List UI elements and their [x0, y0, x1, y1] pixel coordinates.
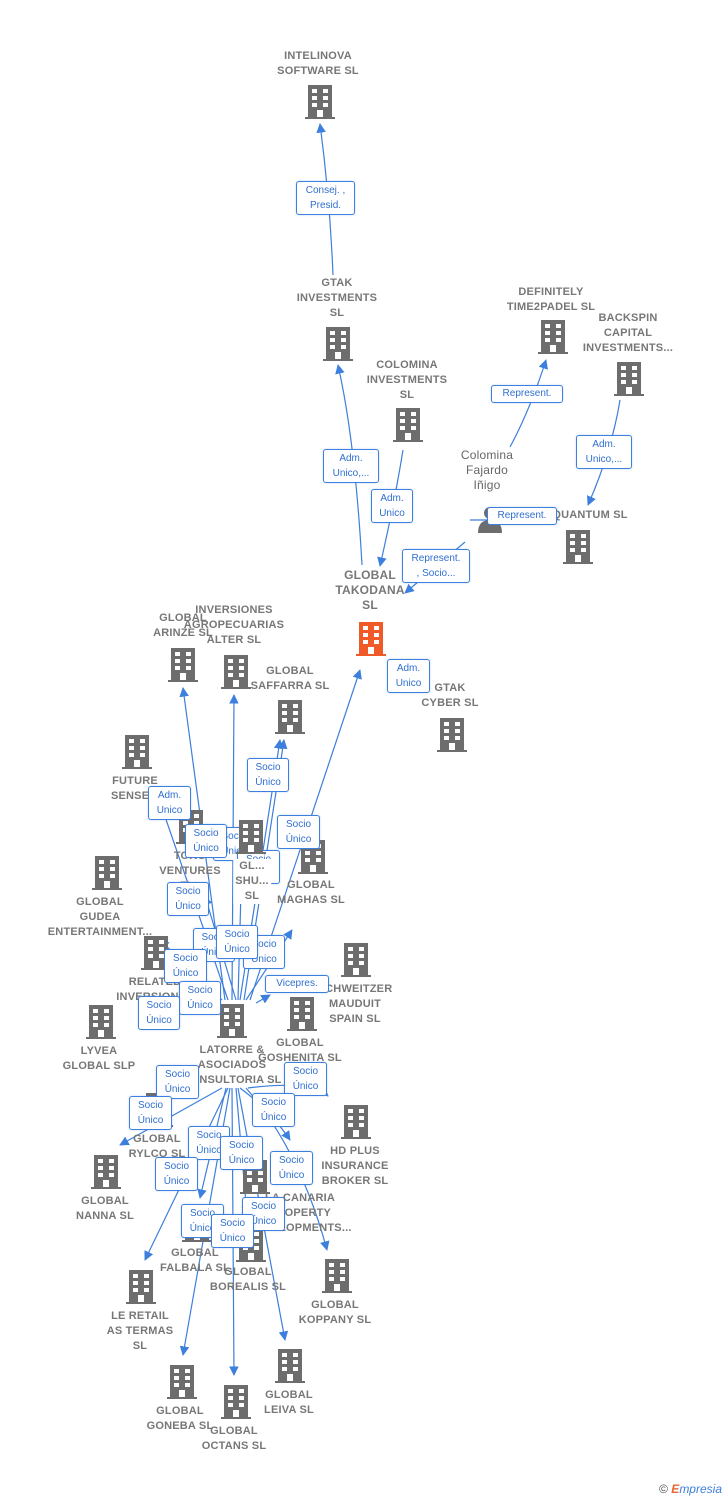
node-label: INVERSIONES AGROPECUARIAS ALTER SL	[183, 604, 285, 646]
relation-label[interactable]: Socio Único	[167, 882, 209, 916]
node-label: INTELINOVA SOFTWARE SL	[277, 50, 359, 77]
relation-label[interactable]: Socio Único	[270, 1151, 313, 1185]
edges-layer	[119, 123, 621, 1376]
relation-edge	[509, 359, 548, 448]
node-label: GLOBAL KOPPANY SL	[298, 1299, 372, 1326]
relation-label[interactable]: Socio Único	[277, 815, 320, 849]
building-icon	[305, 85, 335, 119]
building-icon	[341, 1105, 371, 1139]
empresia-logo: © Empresia	[659, 1482, 722, 1496]
relation-label[interactable]: Socio Único	[185, 824, 227, 858]
relation-label[interactable]: Socio Único	[155, 1157, 198, 1191]
network-diagram: INTELINOVA SOFTWARE SL GTAK INVESTMENTS …	[0, 0, 728, 1500]
relation-edge	[255, 994, 271, 1004]
relation-label[interactable]: Socio Único	[129, 1096, 172, 1130]
building-icon	[91, 1155, 121, 1189]
relation-label[interactable]: Socio Único	[216, 925, 258, 959]
node-label: GLOBAL BOREALIS SL	[209, 1266, 287, 1293]
node-label: COLOMINA INVESTMENTS SL	[366, 359, 448, 401]
building-icon	[168, 648, 198, 682]
relation-label[interactable]: Represent.	[487, 507, 557, 525]
logo-text: mpresia	[679, 1482, 722, 1496]
building-icon	[275, 700, 305, 734]
building-icon	[356, 622, 386, 656]
relation-label[interactable]: Adm. Unico	[148, 786, 191, 820]
relation-label[interactable]: Socio Único	[252, 1093, 295, 1127]
relation-label[interactable]: Adm. Unico	[387, 659, 430, 693]
relation-label[interactable]: Consej. , Presid.	[296, 181, 355, 215]
building-icon	[563, 530, 593, 564]
building-icon	[341, 943, 371, 977]
relation-label[interactable]: Vicepres.	[265, 975, 329, 993]
relation-label[interactable]: Socio Único	[247, 758, 289, 792]
building-icon	[126, 1270, 156, 1304]
node-label: GLOBAL LEIVA SL	[264, 1389, 314, 1416]
node-label: LE RETAIL AS TERMAS SL	[106, 1310, 174, 1352]
building-icon	[287, 997, 317, 1031]
relation-label[interactable]: Adm. Unico	[371, 489, 413, 523]
node-label: GLOBAL NANNA SL	[75, 1195, 135, 1222]
relation-label[interactable]: Represent. , Socio...	[402, 549, 470, 583]
relation-label[interactable]: Adm. Unico,...	[323, 449, 379, 483]
node-label: BACKSPIN CAPITAL INVESTMENTS...	[582, 312, 674, 354]
node-label: GLOBAL GUDEA ENTERTAINMENT...	[47, 896, 153, 938]
relation-label[interactable]: Socio Único	[138, 996, 180, 1030]
node-label: Colomina Fajardo Iñigo	[460, 448, 514, 492]
building-icon	[437, 718, 467, 752]
relation-label[interactable]: Socio Único	[179, 981, 221, 1015]
relation-label[interactable]: Represent.	[491, 385, 563, 403]
node-label: GTAK INVESTMENTS SL	[296, 277, 378, 319]
relation-label[interactable]: Socio Único	[156, 1065, 199, 1099]
relation-label[interactable]: Adm. Unico,...	[576, 435, 632, 469]
building-icon	[275, 1349, 305, 1383]
node-label: GLOBAL SAFFARRA SL	[250, 665, 330, 692]
building-icon	[86, 1005, 116, 1039]
building-icon	[92, 856, 122, 890]
building-icon	[322, 1259, 352, 1293]
copyright-symbol: ©	[659, 1482, 668, 1496]
building-icon	[323, 327, 353, 361]
building-icon	[167, 1365, 197, 1399]
relation-label[interactable]: Socio Único	[220, 1136, 263, 1170]
building-icon	[122, 735, 152, 769]
building-icon	[217, 1004, 247, 1038]
building-icon	[614, 362, 644, 396]
relation-label[interactable]: Socio Único	[211, 1214, 254, 1248]
relation-label[interactable]: Socio Único	[284, 1062, 327, 1096]
node-label: FUTURE SENSE...	[110, 775, 160, 802]
node-label: GL... SHU... SL	[233, 859, 271, 904]
building-icon	[236, 820, 266, 854]
node-label: GLOBAL OCTANS SL	[201, 1425, 267, 1452]
relation-label[interactable]: Socio Único	[164, 949, 207, 983]
building-icon	[393, 408, 423, 442]
